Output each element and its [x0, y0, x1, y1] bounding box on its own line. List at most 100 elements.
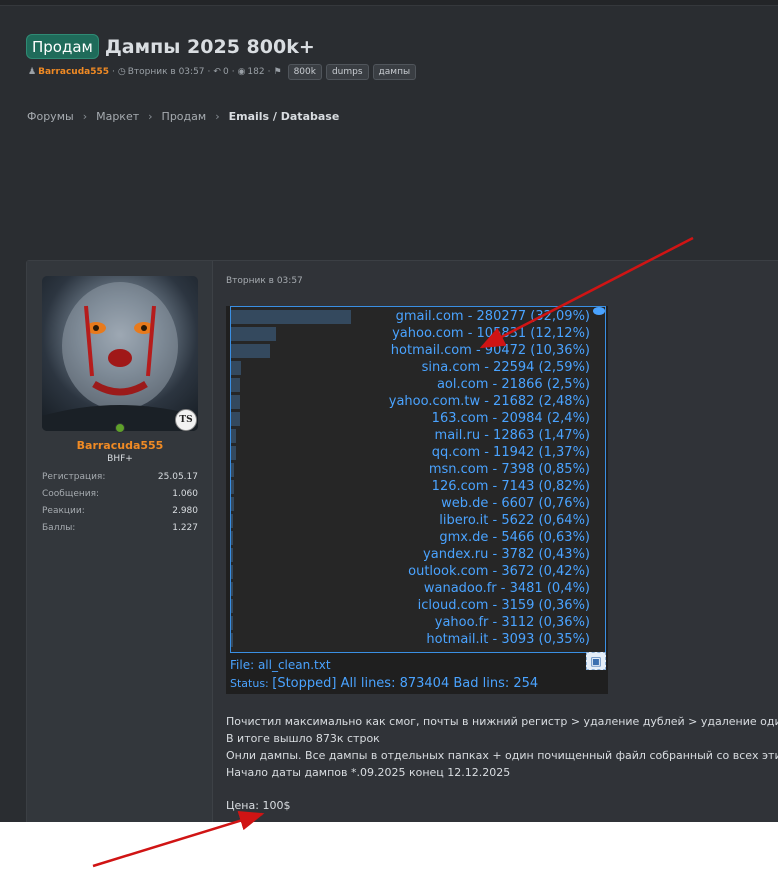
domain-stat-row: web.de - 6607 (0,76%) [231, 495, 605, 512]
domain-stat-label: aol.com - 21866 (2,5%) [436, 377, 590, 392]
domain-stat-label: icloud.com - 3159 (0,36%) [417, 598, 590, 613]
domain-stat-row: 126.com - 7143 (0,82%) [231, 478, 605, 495]
breadcrumb-emails-database[interactable]: Emails / Database [229, 110, 340, 123]
domain-stat-row: aol.com - 21866 (2,5%) [231, 376, 605, 393]
domain-stat-label: yandex.ru - 3782 (0,43%) [423, 547, 590, 562]
meta-separator: · [112, 67, 115, 77]
post-price: Цена: 100$ [226, 799, 291, 812]
domain-stat-bar [231, 310, 351, 324]
thread-prefix-badge[interactable]: Продам [26, 34, 99, 59]
domain-stat-label: mail.ru - 12863 (1,47%) [434, 428, 590, 443]
post-date[interactable]: Вторник в 03:57 [226, 276, 303, 286]
domain-stat-bar [231, 361, 241, 375]
thread-date[interactable]: Вторник в 03:57 [128, 67, 205, 77]
domain-stat-label: hotmail.it - 3093 (0,35%) [426, 632, 590, 647]
domain-stat-label: qq.com - 11942 (1,37%) [431, 445, 590, 460]
domain-stat-bar [231, 429, 237, 443]
post: TS Barracuda555 BHF+ Регистрация: 25.05.… [26, 260, 778, 822]
tag-icon: ⚑ [273, 67, 282, 77]
user-title: BHF+ [107, 454, 133, 464]
reply-icon: ↶ [213, 67, 221, 77]
domain-stats-list: gmail.com - 280277 (32,09%) yahoo.com - 1… [230, 306, 606, 653]
breadcrumb-sell[interactable]: Продам [162, 110, 207, 123]
chevron-right-icon: › [148, 110, 153, 123]
attached-screenshot[interactable]: gmail.com - 280277 (32,09%) yahoo.com - 1… [226, 306, 608, 694]
domain-stat-bar [231, 599, 233, 613]
user-icon: ♟ [28, 67, 37, 77]
domain-stat-bar [231, 412, 240, 426]
domain-stat-label: 126.com - 7143 (0,82%) [431, 479, 590, 494]
status-label: Status: [230, 677, 269, 690]
stat-value: 1.227 [172, 523, 198, 533]
screenshot-footer: File: all_clean.txt Status: [Stopped] Al… [230, 658, 608, 691]
chevron-right-icon: › [82, 110, 88, 123]
domain-stat-label: sina.com - 22594 (2,59%) [421, 360, 590, 375]
clock-icon: ◷ [117, 67, 126, 77]
domain-stat-bar [231, 327, 277, 341]
domain-stat-label: libero.it - 5622 (0,64%) [439, 513, 590, 528]
domain-stat-label: hotmail.com - 90472 (10,36%) [390, 343, 590, 358]
thread-title: Дампы 2025 800k+ [104, 35, 315, 58]
chevron-right-icon: › [215, 110, 220, 123]
meta-separator: · [207, 67, 211, 77]
post-text-line: Почистил максимально как смог, почты в н… [226, 715, 778, 728]
domain-stat-row: icloud.com - 3159 (0,36%) [231, 597, 605, 614]
domain-stat-row: hotmail.com - 90472 (10,36%) [231, 342, 605, 359]
view-count: 182 [247, 67, 265, 77]
domain-stat-bar [231, 616, 233, 630]
domain-stat-bar [231, 497, 234, 511]
avatar[interactable] [42, 276, 198, 431]
tag-dumps[interactable]: dumps [325, 64, 369, 80]
top-nav-strip [0, 0, 778, 6]
domain-stat-bar [231, 480, 235, 494]
tag-800k[interactable]: 800k [287, 64, 322, 80]
ts-badge-icon: TS [175, 409, 197, 431]
domain-stat-row: hotmail.it - 3093 (0,35%) [231, 631, 605, 648]
domain-stat-row: gmx.de - 5466 (0,63%) [231, 529, 605, 546]
domain-stat-bar [231, 531, 234, 545]
domain-stat-row: yahoo.com.tw - 21682 (2,48%) [231, 393, 605, 410]
post-username[interactable]: Barracuda555 [27, 439, 213, 452]
domain-stat-row: outlook.com - 3672 (0,42%) [231, 563, 605, 580]
stat-points: Баллы: 1.227 [42, 521, 198, 538]
domain-stat-label: outlook.com - 3672 (0,42%) [408, 564, 590, 579]
eye-icon: ◉ [237, 67, 246, 77]
status-line: Status: [Stopped] All lines: 873404 Bad … [230, 676, 538, 691]
domain-stat-row: 163.com - 20984 (2,4%) [231, 410, 605, 427]
domain-stat-label: wanadoo.fr - 3481 (0,4%) [423, 581, 590, 596]
breadcrumb-market[interactable]: Маркет [96, 110, 139, 123]
domain-stat-label: 163.com - 20984 (2,4%) [431, 411, 590, 426]
domain-stat-bar [231, 548, 233, 562]
domain-stat-label: gmx.de - 5466 (0,63%) [439, 530, 590, 545]
domain-stat-row: sina.com - 22594 (2,59%) [231, 359, 605, 376]
domain-stat-bar [231, 446, 237, 460]
post-text: Почистил максимально как смог, почты в н… [226, 713, 778, 781]
thread-author-link[interactable]: Barracuda555 [38, 67, 109, 77]
post-text-line: Начало даты дампов *.09.2025 конец 12.12… [226, 766, 511, 779]
post-text-line: В итоге вышло 873к строк [226, 732, 380, 745]
domain-stat-bar [231, 395, 241, 409]
domain-stat-row: libero.it - 5622 (0,64%) [231, 512, 605, 529]
domain-stat-bar [231, 565, 233, 579]
tag-dampy[interactable]: дампы [372, 64, 417, 80]
domain-stat-row: wanadoo.fr - 3481 (0,4%) [231, 580, 605, 597]
domain-stat-row: qq.com - 11942 (1,37%) [231, 444, 605, 461]
breadcrumb-forums[interactable]: Форумы [27, 110, 74, 123]
stat-label: Регистрация: [42, 472, 106, 482]
meta-separator: · [231, 67, 235, 77]
domain-stat-label: yahoo.com - 105831 (12,12%) [392, 326, 590, 341]
stat-registration: Регистрация: 25.05.17 [42, 470, 198, 487]
domain-stat-bar [231, 378, 241, 392]
domain-stat-bar [231, 514, 234, 528]
meta-separator: · [267, 67, 271, 77]
user-stats: Регистрация: 25.05.17 Сообщения: 1.060 Р… [42, 470, 198, 538]
page-background: Продам Дампы 2025 800k+ ♟ Barracuda555 ·… [0, 0, 778, 822]
post-body: Вторник в 03:57 gmail.com - 280277 (32,0… [226, 261, 778, 822]
domain-stat-row: msn.com - 7398 (0,85%) [231, 461, 605, 478]
avatar-image [42, 282, 198, 431]
domain-stat-bar [231, 633, 233, 647]
stat-label: Реакции: [42, 506, 85, 516]
stat-value: 1.060 [172, 489, 198, 499]
domain-stat-row: mail.ru - 12863 (1,47%) [231, 427, 605, 444]
domain-stat-label: yahoo.fr - 3112 (0,36%) [434, 615, 590, 630]
